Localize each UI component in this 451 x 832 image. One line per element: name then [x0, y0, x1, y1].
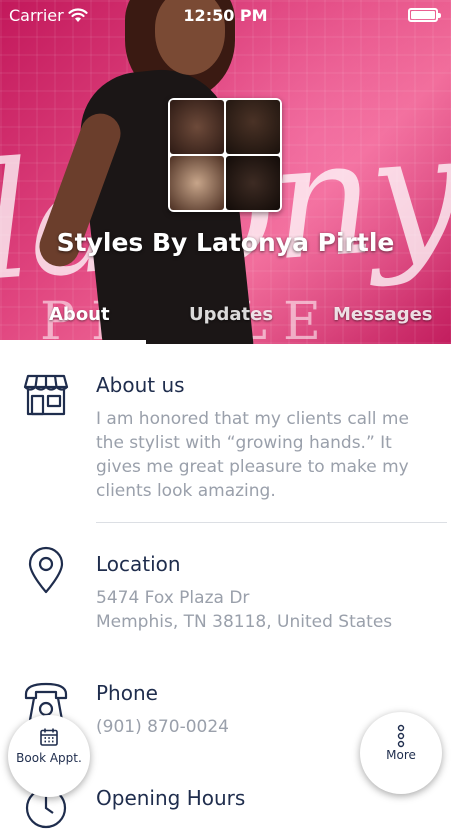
phone-title: Phone — [96, 681, 158, 705]
hairstyle-photo — [170, 156, 224, 210]
address-line-2: Memphis, TN 38118, United States — [96, 612, 393, 632]
section-divider — [96, 522, 447, 523]
tab-updates[interactable]: Updates — [189, 304, 273, 325]
clock-time: 12:50 PM — [183, 6, 268, 25]
about-title: About us — [96, 373, 185, 397]
book-appointment-label: Book Appt. — [16, 751, 82, 765]
tab-about[interactable]: About — [49, 304, 110, 325]
tab-messages[interactable]: Messages — [333, 304, 433, 325]
more-dots-icon — [397, 724, 405, 748]
profile-header: latonya PIRTLE Carrier 12:50 PM Styles B… — [0, 0, 451, 344]
map-pin-icon — [28, 546, 64, 594]
battery-icon — [408, 8, 441, 22]
location-title: Location — [96, 552, 181, 576]
hairstyle-photo — [226, 156, 280, 210]
more-button[interactable]: More — [360, 712, 442, 794]
calendar-icon — [40, 728, 58, 746]
profile-tabs: About Updates Messages — [0, 300, 451, 344]
more-label: More — [386, 748, 416, 762]
hairstyle-photo — [226, 100, 280, 154]
status-bar: Carrier 12:50 PM — [0, 0, 451, 30]
storefront-icon — [23, 374, 69, 416]
hairstyle-photo — [170, 100, 224, 154]
business-name: Styles By Latonya Pirtle — [56, 228, 395, 257]
book-appointment-button[interactable]: Book Appt. — [8, 715, 90, 797]
active-tab-indicator — [0, 340, 146, 344]
about-description: I am honored that my clients call me the… — [96, 409, 409, 501]
address-line-1: 5474 Fox Plaza Dr — [96, 588, 250, 608]
logo-photo-collage[interactable] — [168, 98, 282, 212]
opening-hours-title: Opening Hours — [96, 786, 246, 810]
